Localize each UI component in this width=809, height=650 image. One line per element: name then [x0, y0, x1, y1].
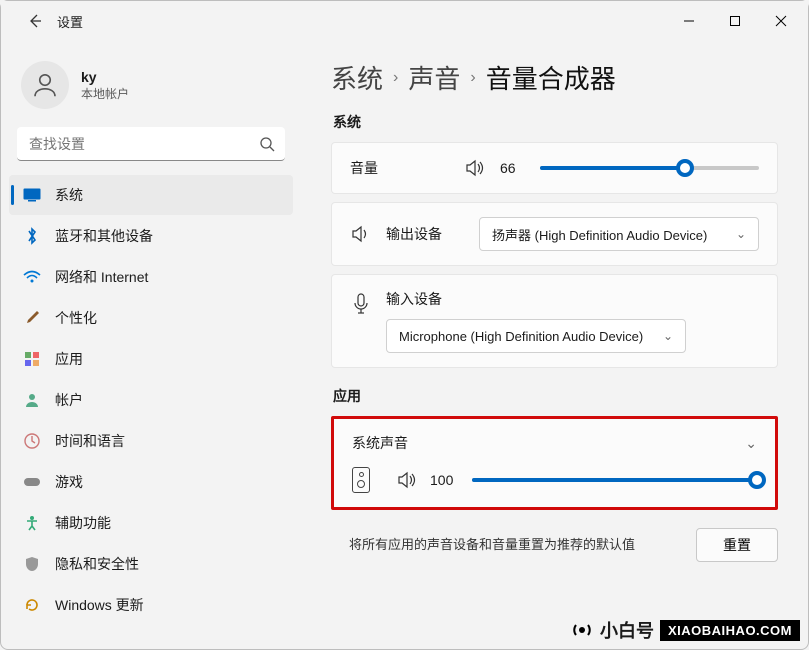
accessibility-icon — [23, 514, 41, 532]
clock-globe-icon — [23, 432, 41, 450]
nav-apps[interactable]: 应用 — [9, 339, 293, 379]
output-device-label: 输出设备 — [386, 224, 442, 244]
search-icon — [259, 136, 275, 152]
chevron-down-icon: ⌄ — [663, 329, 673, 343]
system-sounds-card: 系统声音 ⌄ 100 — [331, 416, 778, 510]
apps-icon — [23, 350, 41, 368]
search-input[interactable] — [17, 127, 285, 161]
nav-personalization[interactable]: 个性化 — [9, 298, 293, 338]
chevron-down-icon: ⌄ — [736, 227, 746, 241]
output-device-card: 输出设备 扬声器 (High Definition Audio Device) … — [331, 202, 778, 266]
nav-windows-update[interactable]: Windows 更新 — [9, 585, 293, 625]
watermark-cn: 小白号 — [600, 617, 654, 643]
system-sounds-volume-value: 100 — [430, 472, 460, 488]
breadcrumb-mixer: 音量合成器 — [486, 59, 616, 96]
nav-label: 蓝牙和其他设备 — [55, 226, 153, 246]
breadcrumb: 系统 › 声音 › 音量合成器 — [331, 59, 778, 96]
chevron-right-icon: › — [393, 69, 398, 87]
system-sounds-title: 系统声音 — [352, 433, 408, 453]
system-sounds-slider[interactable] — [472, 478, 757, 482]
speaker-icon — [350, 223, 372, 245]
input-device-select[interactable]: Microphone (High Definition Audio Device… — [386, 319, 686, 353]
nav-gaming[interactable]: 游戏 — [9, 462, 293, 502]
nav-network[interactable]: 网络和 Internet — [9, 257, 293, 297]
nav-system[interactable]: 系统 — [9, 175, 293, 215]
volume-card: 音量 66 — [331, 142, 778, 194]
maximize-button[interactable] — [712, 5, 758, 37]
chevron-down-icon[interactable]: ⌄ — [745, 435, 757, 452]
nav-label: 帐户 — [55, 390, 83, 410]
reset-description: 将所有应用的声音设备和音量重置为推荐的默认值 — [349, 535, 676, 555]
nav-accessibility[interactable]: 辅助功能 — [9, 503, 293, 543]
display-icon — [23, 186, 41, 204]
nav-label: 隐私和安全性 — [55, 554, 139, 574]
bluetooth-icon — [23, 227, 41, 245]
nav-time-language[interactable]: 时间和语言 — [9, 421, 293, 461]
microphone-icon — [350, 293, 372, 315]
shield-icon — [23, 555, 41, 573]
chevron-right-icon: › — [470, 69, 475, 87]
reset-row: 将所有应用的声音设备和音量重置为推荐的默认值 重置 — [331, 518, 778, 562]
main-content: 系统 › 声音 › 音量合成器 系统 音量 66 — [301, 41, 808, 649]
titlebar: 设置 — [1, 1, 808, 41]
breadcrumb-sound[interactable]: 声音 — [408, 59, 460, 96]
sidebar: ky 本地帐户 系统 蓝牙和其他设备 网络和 Internet — [1, 41, 301, 649]
nav: 系统 蓝牙和其他设备 网络和 Internet 个性化 应用 帐户 — [9, 175, 293, 625]
breadcrumb-system[interactable]: 系统 — [331, 59, 383, 96]
nav-label: 游戏 — [55, 472, 83, 492]
input-device-label: 输入设备 — [386, 289, 759, 309]
section-title-apps: 应用 — [333, 386, 778, 406]
nav-label: 应用 — [55, 349, 83, 369]
nav-bluetooth[interactable]: 蓝牙和其他设备 — [9, 216, 293, 256]
reset-button[interactable]: 重置 — [696, 528, 778, 562]
nav-label: 网络和 Internet — [55, 267, 148, 287]
minimize-button[interactable] — [666, 5, 712, 37]
paintbrush-icon — [23, 309, 41, 327]
gamepad-icon — [23, 473, 41, 491]
wifi-icon — [23, 268, 41, 286]
user-account-row[interactable]: ky 本地帐户 — [9, 53, 293, 127]
input-device-value: Microphone (High Definition Audio Device… — [399, 329, 643, 344]
watermark: 小白号 XIAOBAIHAO.COM — [570, 617, 800, 643]
nav-label: 辅助功能 — [55, 513, 111, 533]
nav-privacy[interactable]: 隐私和安全性 — [9, 544, 293, 584]
volume-slider[interactable] — [540, 166, 759, 170]
input-device-card: 输入设备 Microphone (High Definition Audio D… — [331, 274, 778, 368]
volume-value: 66 — [500, 160, 526, 176]
nav-accounts[interactable]: 帐户 — [9, 380, 293, 420]
nav-label: 系统 — [55, 185, 83, 205]
speaker-icon[interactable] — [464, 157, 486, 179]
user-name: ky — [81, 69, 129, 85]
output-device-value: 扬声器 (High Definition Audio Device) — [492, 225, 707, 244]
system-sounds-icon — [352, 467, 370, 493]
section-title-system: 系统 — [333, 112, 778, 132]
nav-label: 个性化 — [55, 308, 97, 328]
back-button[interactable] — [25, 11, 45, 31]
speaker-icon[interactable] — [396, 469, 418, 491]
volume-label: 音量 — [350, 158, 450, 178]
nav-label: 时间和语言 — [55, 431, 125, 451]
nav-label: Windows 更新 — [55, 595, 144, 615]
watermark-en: XIAOBAIHAO.COM — [660, 620, 800, 641]
avatar — [21, 61, 69, 109]
window-title: 设置 — [57, 12, 83, 31]
output-device-select[interactable]: 扬声器 (High Definition Audio Device) ⌄ — [479, 217, 759, 251]
update-icon — [23, 596, 41, 614]
close-button[interactable] — [758, 5, 804, 37]
user-subtitle: 本地帐户 — [81, 85, 129, 102]
person-icon — [23, 391, 41, 409]
